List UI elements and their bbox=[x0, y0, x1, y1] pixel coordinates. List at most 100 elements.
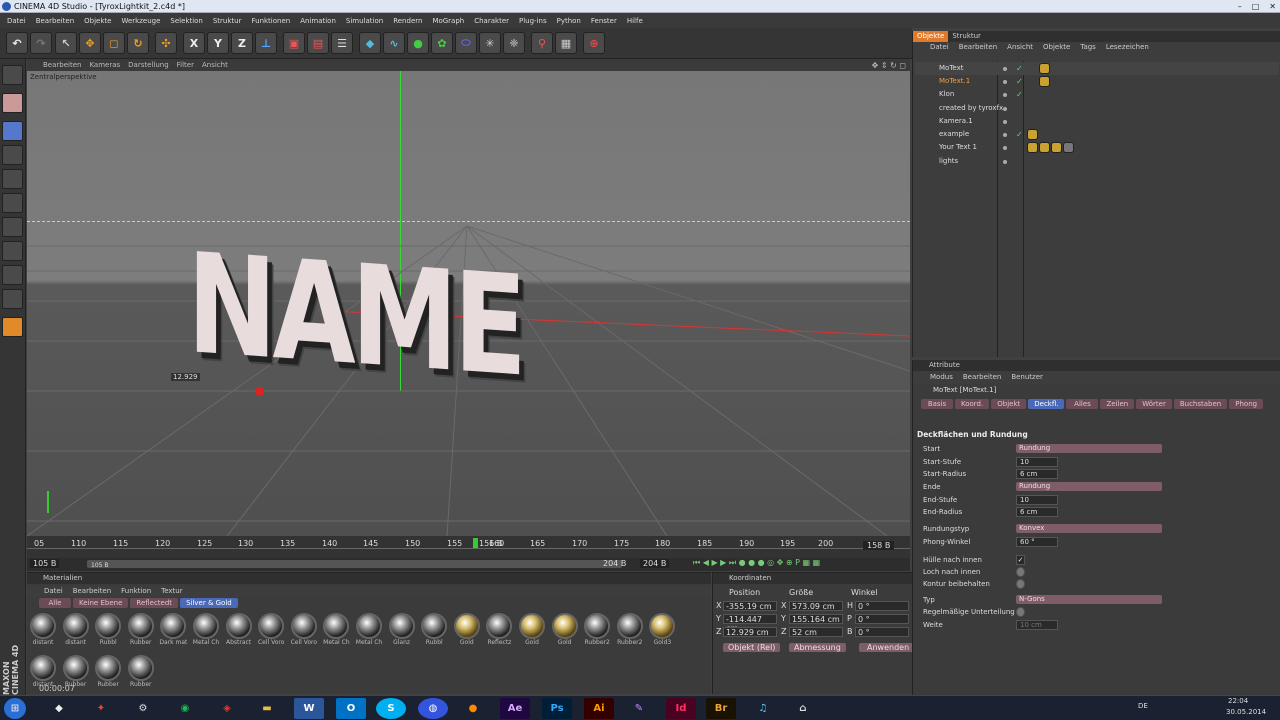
material-swatch[interactable]: distant bbox=[62, 613, 90, 647]
y-axis-lock-button[interactable]: Y bbox=[207, 32, 229, 54]
max-frame-field[interactable]: 204 B bbox=[640, 559, 670, 568]
menu-selektion[interactable]: Selektion bbox=[165, 17, 207, 25]
end-stufe-input[interactable]: 10 bbox=[1016, 495, 1058, 505]
deformer-icon[interactable]: ⬭ bbox=[455, 32, 477, 54]
vp-menu-darstellung[interactable]: Darstellung bbox=[124, 61, 172, 69]
position-input[interactable]: 12.929 cm bbox=[723, 627, 777, 637]
material-swatch[interactable]: Rubber bbox=[127, 613, 155, 647]
undo-icon[interactable]: ↶ bbox=[6, 32, 28, 54]
skype-icon[interactable]: S bbox=[376, 698, 406, 719]
bridge-icon[interactable]: Br bbox=[706, 698, 736, 719]
playback-controls[interactable]: ⏮ ◀ ▶ ▶ ⏭ ● ● ● ◎ ✥ ⊕ P ▦ ▦ bbox=[693, 558, 820, 568]
attr-menu-benutzer[interactable]: Benutzer bbox=[1006, 371, 1048, 384]
obj-menu-bearbeiten[interactable]: Bearbeiten bbox=[954, 42, 1002, 53]
start-dropdown[interactable]: Rundung bbox=[1016, 444, 1162, 453]
object-row-motext-1[interactable]: MoText.1 ✓ bbox=[915, 75, 1279, 88]
obj-menu-ansicht[interactable]: Ansicht bbox=[1002, 42, 1038, 53]
close-button[interactable]: ✕ bbox=[1269, 0, 1276, 13]
language-indicator[interactable]: DE bbox=[1138, 702, 1148, 710]
ende-dropdown[interactable]: Rundung bbox=[1016, 482, 1162, 491]
material-swatch[interactable]: Rubbl bbox=[420, 613, 448, 647]
polygons-mode-icon[interactable] bbox=[2, 217, 23, 237]
render-view-icon[interactable]: ▣ bbox=[283, 32, 305, 54]
steam-icon[interactable]: ⚙ bbox=[128, 698, 158, 719]
light-icon[interactable]: ▦ bbox=[555, 32, 577, 54]
end-frame-field[interactable]: 158 B bbox=[863, 541, 895, 550]
angle-input[interactable]: 0 ° bbox=[855, 627, 909, 637]
menu-charakter[interactable]: Charakter bbox=[469, 17, 514, 25]
size-input[interactable]: 155.164 cm bbox=[789, 614, 843, 624]
material-swatch[interactable]: Metal Ch bbox=[355, 613, 383, 647]
menu-simulation[interactable]: Simulation bbox=[341, 17, 388, 25]
time-range-slider[interactable]: 105 B bbox=[87, 560, 622, 569]
menu-plugins[interactable]: Plug-ins bbox=[514, 17, 552, 25]
material-swatch[interactable]: Rubbl bbox=[94, 613, 122, 647]
recent-tool-icon[interactable]: ✣ bbox=[155, 32, 177, 54]
menu-hilfe[interactable]: Hilfe bbox=[622, 17, 648, 25]
material-swatch[interactable]: Gold bbox=[453, 613, 481, 647]
object-row-motext[interactable]: MoText ✓ bbox=[915, 62, 1279, 75]
render-picture-viewer-icon[interactable]: ▤ bbox=[307, 32, 329, 54]
menu-rendern[interactable]: Rendern bbox=[388, 17, 427, 25]
workplane-icon[interactable] bbox=[2, 145, 23, 165]
obj-menu-objekte[interactable]: Objekte bbox=[1038, 42, 1075, 53]
vp-menu-bearbeiten[interactable]: Bearbeiten bbox=[39, 61, 85, 69]
start-frame-field[interactable]: 105 B bbox=[30, 559, 60, 568]
obj-menu-lesezeichen[interactable]: Lesezeichen bbox=[1101, 42, 1154, 53]
loch-checkbox[interactable] bbox=[1016, 567, 1025, 577]
app-icon-1[interactable]: ◆ bbox=[44, 698, 74, 719]
size-input[interactable]: 573.09 cm bbox=[789, 601, 843, 611]
filter-keine-ebene[interactable]: Keine Ebene bbox=[73, 598, 129, 608]
render-settings-icon[interactable]: ☰ bbox=[331, 32, 353, 54]
position-input[interactable]: -355.19 cm bbox=[723, 601, 777, 611]
x-axis-lock-button[interactable]: X bbox=[183, 32, 205, 54]
menu-werkzeuge[interactable]: Werkzeuge bbox=[116, 17, 165, 25]
vp-nav-icons[interactable]: ✥ ⇕ ↻ ◻ bbox=[868, 61, 910, 70]
angle-input[interactable]: 0 ° bbox=[855, 614, 909, 624]
typ-dropdown[interactable]: N-Gons bbox=[1016, 595, 1162, 604]
menu-objekte[interactable]: Objekte bbox=[79, 17, 116, 25]
points-mode-icon[interactable] bbox=[2, 169, 23, 189]
material-swatch[interactable]: Rubber2 bbox=[583, 613, 611, 647]
attr-tab-koord[interactable]: Koord. bbox=[955, 399, 990, 409]
move-tool-icon[interactable]: ✥ bbox=[79, 32, 101, 54]
attr-tab-alles[interactable]: Alles bbox=[1066, 399, 1099, 409]
attr-menu-bearbeiten[interactable]: Bearbeiten bbox=[958, 371, 1006, 384]
start-radius-input[interactable]: 6 cm bbox=[1016, 469, 1058, 479]
obj-menu-datei[interactable]: Datei bbox=[925, 42, 954, 53]
menu-fenster[interactable]: Fenster bbox=[586, 17, 622, 25]
menu-funktionen[interactable]: Funktionen bbox=[246, 17, 295, 25]
sculpt-icon[interactable] bbox=[2, 317, 23, 337]
weite-input[interactable]: 10 cm bbox=[1016, 620, 1058, 630]
coordinate-system-icon[interactable]: ⊥ bbox=[255, 32, 277, 54]
axis-mode-icon[interactable] bbox=[2, 241, 23, 261]
huelle-checkbox[interactable]: ✓ bbox=[1016, 555, 1025, 565]
model-mode-icon[interactable] bbox=[2, 93, 23, 113]
material-swatch[interactable]: Dark mat bbox=[159, 613, 187, 647]
menu-animation[interactable]: Animation bbox=[295, 17, 341, 25]
outlook-icon[interactable]: O bbox=[336, 698, 366, 719]
attr-tab-buchstaben[interactable]: Buchstaben bbox=[1173, 399, 1228, 409]
attr-tab-phong[interactable]: Phong bbox=[1229, 399, 1264, 409]
redo-icon[interactable]: ↷ bbox=[30, 32, 52, 54]
vp-menu-ansicht[interactable]: Ansicht bbox=[198, 61, 232, 69]
mat-menu-bearbeiten[interactable]: Bearbeiten bbox=[68, 586, 116, 597]
material-swatch[interactable]: distant bbox=[29, 613, 57, 647]
rundungstyp-dropdown[interactable]: Konvex bbox=[1016, 524, 1162, 533]
start-button[interactable]: ⊞ bbox=[4, 698, 26, 719]
object-row-created-by[interactable]: created by tyroxfx bbox=[915, 102, 1279, 115]
vp-menu-filter[interactable]: Filter bbox=[173, 61, 198, 69]
material-swatch[interactable]: Glanz bbox=[388, 613, 416, 647]
playhead[interactable] bbox=[473, 538, 478, 548]
environment-icon[interactable]: ❈ bbox=[503, 32, 525, 54]
material-swatch[interactable]: Gold bbox=[518, 613, 546, 647]
make-editable-icon[interactable] bbox=[2, 65, 23, 85]
edges-mode-icon[interactable] bbox=[2, 193, 23, 213]
object-row-your-text[interactable]: Your Text 1 bbox=[915, 141, 1279, 154]
material-swatch[interactable]: Abstract bbox=[225, 613, 253, 647]
phong-input[interactable]: 60 ° bbox=[1016, 537, 1058, 547]
material-swatch[interactable]: Cell Voro bbox=[257, 613, 285, 647]
material-swatch[interactable]: Gold bbox=[551, 613, 579, 647]
cube-icon[interactable]: ◆ bbox=[359, 32, 381, 54]
app-icon-2[interactable]: ✦ bbox=[86, 698, 116, 719]
